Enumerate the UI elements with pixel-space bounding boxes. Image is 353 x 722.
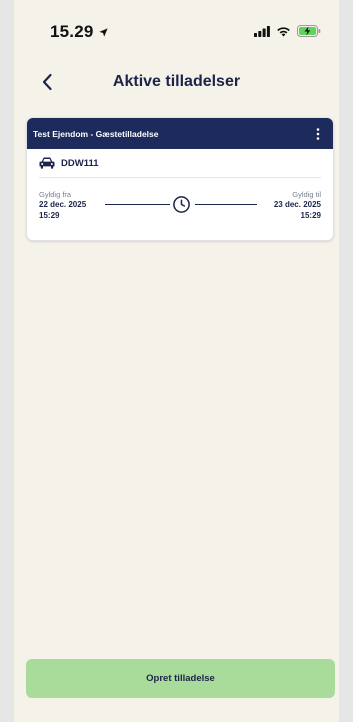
- vehicle-row: DDW111: [27, 149, 333, 177]
- navigation-bar: Aktive tilladelser: [14, 68, 339, 98]
- status-time-group: 15.29: [50, 22, 109, 42]
- valid-from-label: Gyldig fra: [39, 190, 72, 199]
- app-screen: 15.29 Aktive tilladelser Test Ejendom - …: [14, 0, 339, 722]
- status-bar: 15.29: [14, 22, 339, 46]
- status-icons: [254, 25, 321, 37]
- valid-to-date: 23 dec. 2025: [273, 200, 321, 209]
- create-permit-label: Opret tilladelse: [146, 673, 215, 684]
- create-permit-button[interactable]: Opret tilladelse: [26, 659, 335, 698]
- valid-from-time: 15:29: [39, 211, 60, 220]
- validity-period: Gyldig fra 22 dec. 2025 15:29 Gyldig til…: [27, 178, 333, 238]
- status-time: 15.29: [50, 22, 94, 41]
- timeline-line-right: [195, 204, 257, 205]
- timeline-line-left: [105, 204, 170, 205]
- signal-icon: [254, 25, 270, 37]
- battery-charging-icon: [297, 25, 321, 37]
- valid-to-time: 15:29: [300, 211, 321, 220]
- permit-menu-button[interactable]: [311, 125, 325, 143]
- permit-card-title: Test Ejendom - Gæstetilladelse: [33, 128, 159, 139]
- permit-card-header: Test Ejendom - Gæstetilladelse: [27, 118, 333, 149]
- permit-card[interactable]: Test Ejendom - Gæstetilladelse DDW111 Gy…: [26, 117, 334, 241]
- valid-from-date: 22 dec. 2025: [39, 200, 87, 209]
- wifi-icon: [277, 26, 290, 36]
- valid-to-label: Gyldig til: [292, 190, 321, 199]
- car-icon: [39, 157, 55, 169]
- page-title: Aktive tilladelser: [112, 73, 241, 90]
- kebab-menu-icon: [316, 127, 320, 140]
- location-arrow-icon: [98, 27, 108, 37]
- clock-icon: [173, 196, 190, 213]
- license-plate: DDW111: [61, 157, 99, 169]
